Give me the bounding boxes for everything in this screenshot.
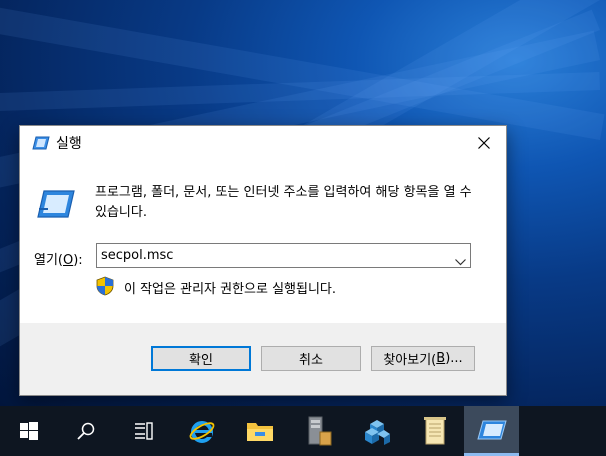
close-button[interactable] [462, 126, 506, 159]
taskbar-notepad[interactable] [406, 406, 463, 456]
task-view-button[interactable] [117, 406, 169, 456]
taskbar-internet-explorer[interactable] [174, 406, 229, 456]
open-label: 열기(O): [34, 249, 83, 268]
browse-label-prefix: 찾아보기( [383, 353, 437, 368]
dialog-titlebar[interactable]: 실행 [20, 126, 506, 159]
dialog-title: 실행 [56, 136, 82, 152]
run-dialog: 실행 프로그램, 폴더, 문서, 또는 인터넷 주소를 입력하여 해당 항목을 … [19, 125, 507, 396]
start-button[interactable] [3, 406, 55, 456]
command-input[interactable]: secpol.msc [101, 248, 173, 263]
close-icon [478, 136, 490, 149]
taskbar [0, 406, 606, 456]
run-dialog-icon [476, 420, 507, 439]
run-app-icon [32, 135, 50, 154]
cancel-button[interactable]: 취소 [261, 346, 361, 371]
search-button[interactable] [60, 406, 112, 456]
open-label-suffix: ): [73, 253, 83, 268]
search-icon [77, 422, 95, 440]
internet-explorer-icon [189, 421, 214, 443]
task-view-icon [135, 422, 153, 440]
open-label-prefix: 열기( [34, 253, 63, 268]
taskbar-run-dialog[interactable] [464, 406, 519, 456]
file-explorer-icon [246, 423, 273, 441]
start-icon [20, 422, 38, 440]
taskbar-file-explorer[interactable] [231, 406, 288, 456]
command-combobox[interactable]: secpol.msc [96, 243, 471, 268]
taskbar-server-manager[interactable] [290, 406, 347, 456]
server-manager-icon [308, 416, 331, 446]
tool-cubes-icon [364, 420, 390, 445]
ok-button[interactable]: 확인 [151, 346, 251, 371]
uac-shield-icon [96, 276, 114, 300]
admin-note: 이 작업은 관리자 권한으로 실행됩니다. [124, 282, 337, 297]
chevron-down-icon[interactable] [455, 251, 466, 270]
run-large-icon [36, 189, 76, 223]
browse-label-accesskey: B [436, 351, 446, 366]
browse-label-suffix: )... [445, 351, 463, 366]
notepad-icon [423, 417, 446, 445]
dialog-description: 프로그램, 폴더, 문서, 또는 인터넷 주소를 입력하여 해당 항목을 열 수… [95, 185, 472, 220]
open-label-accesskey: O [63, 253, 74, 268]
taskbar-admin-tools[interactable] [348, 406, 405, 456]
browse-button[interactable]: 찾아보기(B)... [371, 346, 475, 371]
